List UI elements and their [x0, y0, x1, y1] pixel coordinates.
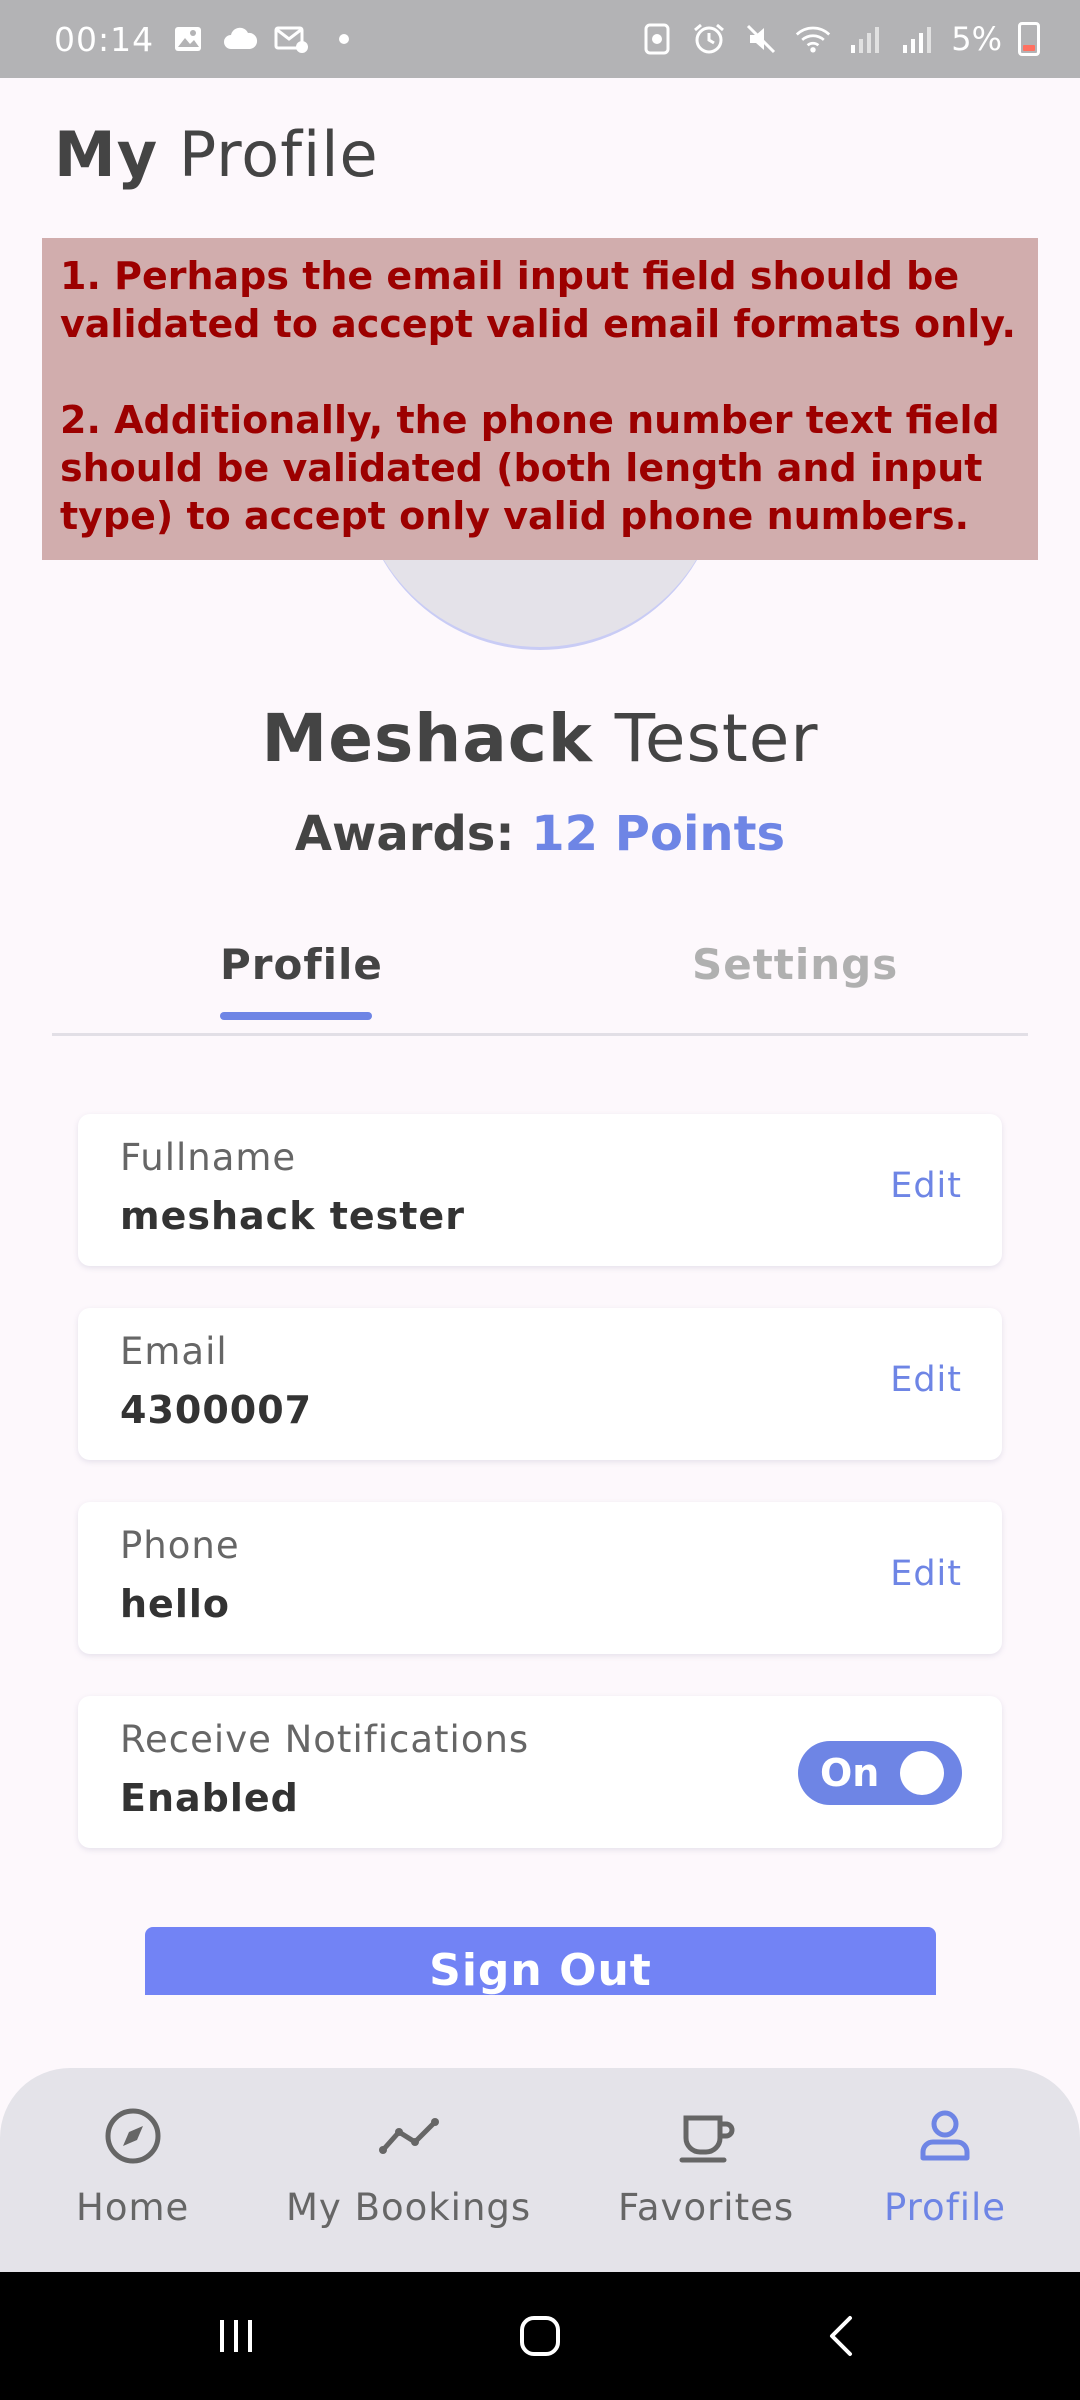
status-left: 00:14: [54, 20, 362, 59]
email-label: Email: [120, 1330, 228, 1373]
fullname-card: Fullname meshack tester Edit: [78, 1114, 1002, 1266]
user-name: Meshack Tester: [0, 700, 1080, 777]
edit-email-button[interactable]: Edit: [890, 1360, 962, 1400]
annotation-banner: 1. Perhaps the email input field should …: [42, 238, 1038, 560]
nav-profile[interactable]: Profile: [884, 2104, 1006, 2229]
email-value: 4300007: [120, 1388, 313, 1432]
notifications-value: Enabled: [120, 1776, 299, 1820]
user-first-name: Meshack: [261, 700, 593, 777]
notifications-label: Receive Notifications: [120, 1718, 530, 1761]
chart-line-icon: [377, 2104, 441, 2168]
nav-bookings-label: My Bookings: [286, 2186, 532, 2229]
awards-label: Awards:: [294, 806, 532, 862]
phone-value: hello: [120, 1582, 230, 1626]
tab-active-indicator: [220, 1012, 372, 1020]
toggle-knob: [900, 1751, 944, 1795]
page-title: My Profile: [54, 118, 379, 191]
nav-home-label: Home: [76, 2186, 190, 2229]
page-title-bold: My: [54, 118, 159, 191]
mail-settings-icon: [274, 21, 310, 57]
user-icon: [913, 2104, 977, 2168]
battery-percent: 5%: [951, 20, 1002, 58]
system-nav-bar: [0, 2272, 1080, 2400]
bottom-nav: Home My Bookings Favorites Profile: [0, 2068, 1080, 2272]
cup-icon: [674, 2104, 738, 2168]
notifications-card: Receive Notifications Enabled On: [78, 1696, 1002, 1848]
wifi-icon: [795, 21, 831, 57]
awards-points: 12 Points: [531, 806, 786, 862]
recycle-icon: [639, 21, 675, 57]
nav-home[interactable]: Home: [76, 2104, 189, 2229]
phone-label: Phone: [120, 1524, 240, 1567]
nav-profile-label: Profile: [884, 2186, 1007, 2229]
annotation-line-2: 2. Additionally, the phone number text f…: [60, 398, 1000, 538]
battery-icon: [1018, 22, 1040, 56]
fullname-value: meshack tester: [120, 1194, 465, 1238]
edit-fullname-button[interactable]: Edit: [890, 1166, 962, 1206]
awards: Awards: 12 Points: [0, 806, 1080, 862]
signal-icon: [847, 21, 883, 57]
profile-tabs: Profile Settings: [52, 920, 1028, 1036]
dot-icon: [326, 21, 362, 57]
recent-apps-icon[interactable]: [212, 2312, 260, 2360]
tab-settings[interactable]: Settings: [692, 940, 898, 989]
compass-icon: [101, 2104, 165, 2168]
gallery-icon: [170, 21, 206, 57]
cloud-icon: [222, 21, 258, 57]
nav-favorites-label: Favorites: [618, 2186, 795, 2229]
notifications-toggle[interactable]: On: [798, 1741, 962, 1805]
status-bar: 00:14 5%: [0, 0, 1080, 78]
annotation-line-1: 1. Perhaps the email input field should …: [60, 254, 1016, 346]
fullname-label: Fullname: [120, 1136, 297, 1179]
signal-icon-2: [899, 21, 935, 57]
nav-bookings[interactable]: My Bookings: [286, 2104, 531, 2229]
status-time: 00:14: [54, 19, 155, 59]
page-title-rest: Profile: [158, 118, 379, 191]
back-icon[interactable]: [818, 2312, 866, 2360]
alarm-icon: [691, 21, 727, 57]
email-card: Email 4300007 Edit: [78, 1308, 1002, 1460]
edit-phone-button[interactable]: Edit: [890, 1554, 962, 1594]
status-right: 5%: [639, 20, 1040, 58]
phone-card: Phone hello Edit: [78, 1502, 1002, 1654]
sign-out-button[interactable]: Sign Out: [145, 1927, 936, 1995]
home-button-icon[interactable]: [516, 2312, 564, 2360]
nav-favorites[interactable]: Favorites: [618, 2104, 794, 2229]
mute-icon: [743, 21, 779, 57]
toggle-label: On: [820, 1751, 880, 1795]
user-last-name: Tester: [592, 700, 819, 777]
tab-profile[interactable]: Profile: [220, 940, 383, 989]
